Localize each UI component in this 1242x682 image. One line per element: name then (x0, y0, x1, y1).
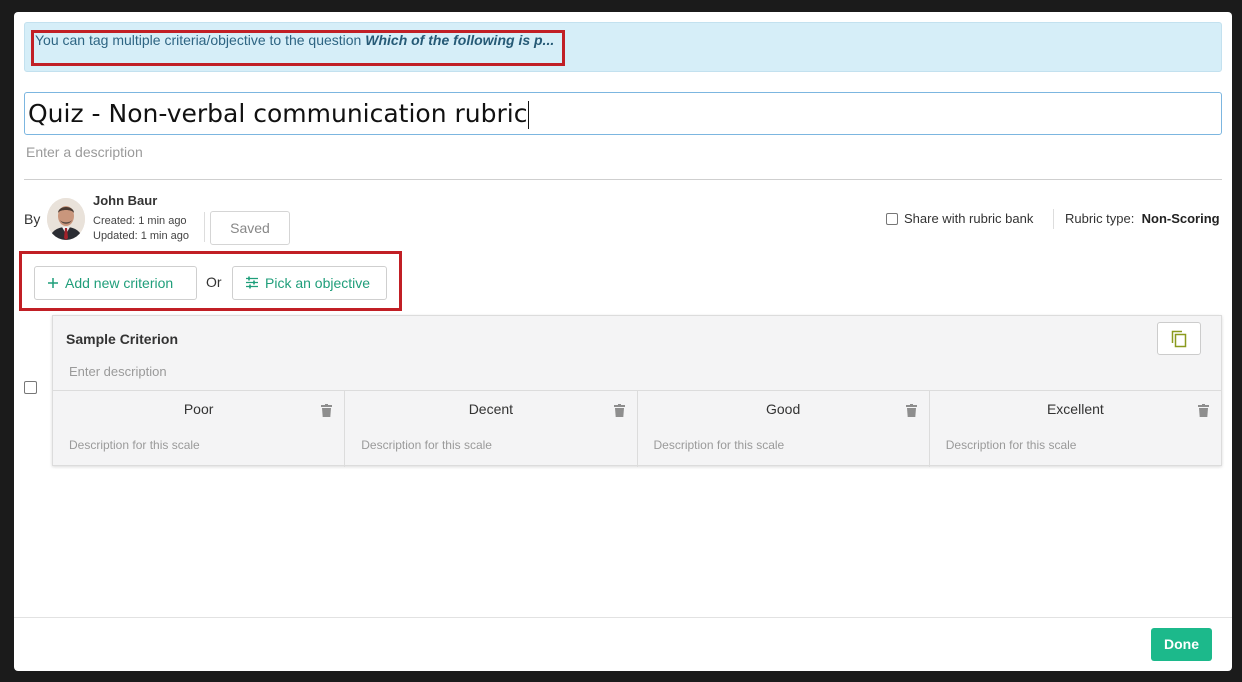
scale-name[interactable]: Excellent (930, 401, 1221, 417)
rubric-title-input[interactable]: Quiz - Non-verbal communication rubric (24, 92, 1222, 135)
criterion-card: Sample Criterion Enter description Poor … (52, 315, 1222, 467)
sliders-icon (245, 268, 259, 300)
share-with-rubric-bank[interactable]: Share with rubric bank (886, 211, 1033, 226)
duplicate-criterion-button[interactable] (1157, 322, 1201, 355)
rubric-description-input[interactable]: Enter a description (26, 144, 143, 160)
divider (24, 179, 1222, 180)
pick-objective-label: Pick an objective (265, 275, 371, 291)
info-banner: You can tag multiple criteria/objective … (24, 22, 1222, 72)
scale-name[interactable]: Good (638, 401, 929, 417)
add-criterion-label: Add new criterion (65, 275, 174, 291)
trash-icon (613, 404, 625, 417)
done-button[interactable]: Done (1151, 628, 1212, 661)
vertical-separator (204, 212, 205, 242)
rubric-modal: You can tag multiple criteria/objective … (14, 12, 1232, 671)
criterion-select[interactable] (24, 379, 37, 397)
criterion-checkbox[interactable] (24, 381, 37, 395)
add-new-criterion-button[interactable]: Add new criterion (34, 266, 197, 300)
delete-scale-button[interactable] (905, 404, 917, 422)
avatar-portrait-icon (47, 198, 85, 240)
delete-scale-button[interactable] (321, 404, 333, 422)
scale-description-input[interactable]: Description for this scale (69, 438, 200, 452)
updated-timestamp: Updated: 1 min ago (93, 230, 190, 242)
criterion-description-input[interactable]: Enter description (69, 364, 167, 379)
by-label: By (24, 211, 41, 227)
scale-name[interactable]: Decent (345, 401, 636, 417)
pick-an-objective-button[interactable]: Pick an objective (232, 266, 387, 300)
copy-icon (1171, 330, 1187, 348)
scale-cell: Excellent Description for this scale (930, 391, 1221, 467)
or-label: Or (206, 274, 222, 290)
author-name: John Baur (93, 193, 158, 208)
delete-scale-button[interactable] (1198, 404, 1209, 422)
share-label: Share with rubric bank (904, 211, 1034, 226)
trash-icon (1198, 404, 1209, 417)
rubric-type-label: Rubric type: (1065, 211, 1135, 226)
delete-scale-button[interactable] (613, 404, 625, 422)
plus-icon (47, 268, 59, 300)
scale-description-input[interactable]: Description for this scale (946, 438, 1077, 452)
scale-row: Poor Description for this scale Decent D… (53, 390, 1221, 467)
saved-button[interactable]: Saved (210, 211, 290, 245)
banner-message: You can tag multiple criteria/objective … (35, 32, 362, 48)
trash-icon (321, 404, 333, 417)
scale-cell: Decent Description for this scale (345, 391, 638, 467)
scale-description-input[interactable]: Description for this scale (654, 438, 785, 452)
vertical-separator (1053, 209, 1054, 229)
banner-question: Which of the following is p... (365, 32, 555, 48)
avatar (47, 198, 85, 240)
criterion-title[interactable]: Sample Criterion (66, 331, 178, 347)
rubric-type-value: Non-Scoring (1141, 211, 1220, 226)
rubric-type: Rubric type: Non-Scoring (1065, 211, 1220, 226)
scale-description-input[interactable]: Description for this scale (361, 438, 492, 452)
scale-cell: Good Description for this scale (638, 391, 930, 467)
banner-text: You can tag multiple criteria/objective … (35, 32, 554, 48)
scale-cell: Poor Description for this scale (53, 391, 346, 467)
trash-icon (905, 404, 917, 417)
rubric-title-value: Quiz - Non-verbal communication rubric (28, 99, 528, 128)
created-timestamp: Created: 1 min ago (93, 215, 187, 227)
footer-divider (14, 617, 1232, 618)
share-checkbox[interactable] (886, 212, 898, 225)
text-caret (528, 101, 530, 129)
scale-name[interactable]: Poor (53, 401, 344, 417)
